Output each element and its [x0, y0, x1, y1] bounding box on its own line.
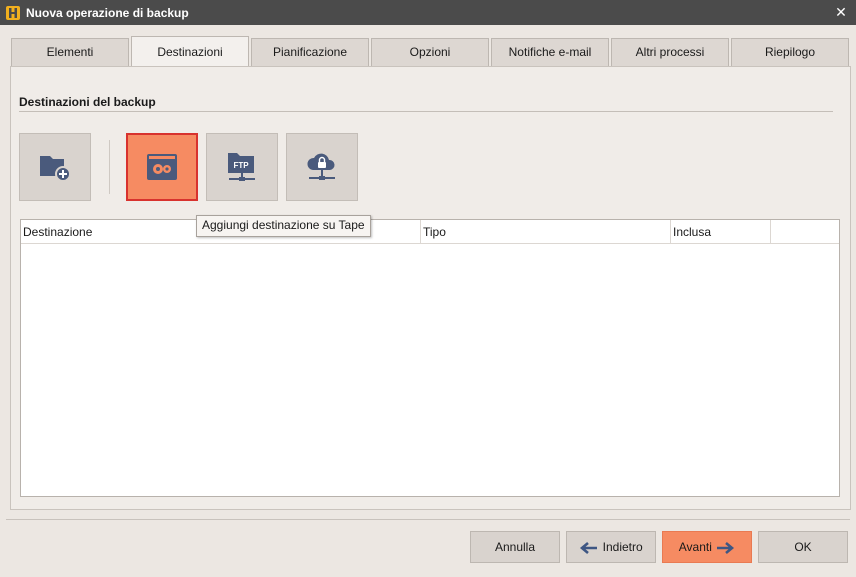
folder-add-icon	[40, 156, 71, 182]
next-button-label: Avanti	[678, 540, 712, 554]
ok-button-label: OK	[794, 540, 812, 554]
toolbar-separator	[109, 140, 110, 194]
table-header: Destinazione Tipo Inclusa	[21, 220, 839, 244]
section-divider	[19, 111, 833, 112]
add-folder-destination-button[interactable]	[19, 133, 91, 201]
tab-notifiche-email[interactable]: Notifiche e-mail	[491, 38, 609, 66]
column-header-inclusa[interactable]: Inclusa	[671, 220, 771, 243]
tab-elementi[interactable]: Elementi	[11, 38, 129, 66]
tab-altri-processi[interactable]: Altri processi	[611, 38, 729, 66]
ok-button[interactable]: OK	[758, 531, 848, 563]
ftp-folder-icon: FTP	[228, 153, 255, 181]
next-button[interactable]: Avanti	[662, 531, 752, 563]
footer-divider	[6, 519, 850, 520]
svg-text:FTP: FTP	[233, 161, 249, 170]
cancel-button-label: Annulla	[494, 540, 536, 554]
title-bar: Nuova operazione di backup ✕	[0, 0, 856, 25]
tab-riepilogo[interactable]: Riepilogo	[731, 38, 849, 66]
tab-opzioni[interactable]: Opzioni	[371, 38, 489, 66]
back-button[interactable]: Indietro	[566, 531, 656, 563]
app-logo-icon	[6, 6, 20, 20]
window-title: Nuova operazione di backup	[26, 6, 189, 20]
tab-strip: Elementi Destinazioni Pianificazione Opz…	[11, 36, 851, 67]
add-tape-destination-button[interactable]	[126, 133, 198, 201]
destinations-table[interactable]: Destinazione Tipo Inclusa	[20, 219, 840, 497]
cloud-lock-icon	[307, 153, 335, 180]
add-cloud-destination-button[interactable]	[286, 133, 358, 201]
column-header-tipo[interactable]: Tipo	[421, 220, 671, 243]
arrow-left-icon	[580, 541, 598, 554]
close-button[interactable]: ✕	[826, 0, 856, 25]
tape-icon	[147, 154, 177, 180]
tab-pianificazione[interactable]: Pianificazione	[251, 38, 369, 66]
add-ftp-destination-button[interactable]: FTP	[206, 133, 278, 201]
back-button-label: Indietro	[602, 540, 643, 554]
section-title: Destinazioni del backup	[19, 95, 156, 109]
tab-destinazioni[interactable]: Destinazioni	[131, 36, 249, 66]
arrow-right-icon	[717, 541, 735, 554]
cancel-button[interactable]: Annulla	[470, 531, 560, 563]
tooltip: Aggiungi destinazione su Tape	[196, 215, 371, 237]
